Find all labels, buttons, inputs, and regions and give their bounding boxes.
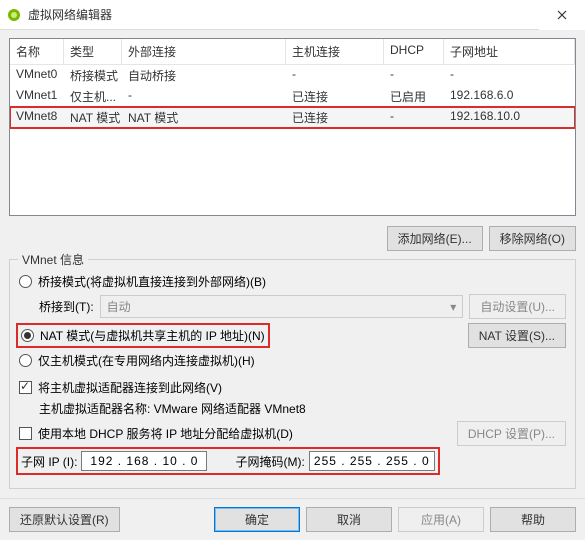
radio-icon: [21, 329, 34, 342]
bridged-to-select[interactable]: 自动 ▾: [100, 295, 464, 318]
table-row[interactable]: VMnet1 仅主机... - 已连接 已启用 192.168.6.0: [10, 86, 575, 107]
col-dhcp[interactable]: DHCP: [384, 39, 444, 64]
help-button[interactable]: 帮助: [490, 507, 576, 532]
connect-adapter-label: 将主机虚拟适配器连接到此网络(V): [38, 379, 222, 396]
add-network-button[interactable]: 添加网络(E)...: [387, 226, 483, 251]
nat-label: NAT 模式(与虚拟机共享主机的 IP 地址)(N): [40, 327, 265, 344]
close-icon: [557, 10, 567, 20]
subnet-mask-label: 子网掩码(M):: [235, 453, 304, 470]
radio-icon: [19, 354, 32, 367]
window-title: 虚拟网络编辑器: [28, 6, 539, 23]
chevron-down-icon: ▾: [450, 300, 456, 314]
cancel-button[interactable]: 取消: [306, 507, 392, 532]
hostonly-radio-row[interactable]: 仅主机模式(在专用网络内连接虚拟机)(H): [19, 352, 566, 369]
bottom-bar: 还原默认设置(R) 确定 取消 应用(A) 帮助: [0, 498, 585, 540]
group-title: VMnet 信息: [18, 251, 88, 268]
vmnet-info-group: VMnet 信息 桥接模式(将虚拟机直接连接到外部网络)(B) 桥接到(T): …: [9, 259, 576, 489]
subnet-ip-label: 子网 IP (I):: [21, 453, 77, 470]
col-ext-connection[interactable]: 外部连接: [122, 39, 286, 64]
use-dhcp-label: 使用本地 DHCP 服务将 IP 地址分配给虚拟机(D): [38, 425, 293, 442]
connect-adapter-row[interactable]: 将主机虚拟适配器连接到此网络(V): [19, 379, 566, 396]
table-row-selected[interactable]: VMnet8 NAT 模式 NAT 模式 已连接 - 192.168.10.0: [10, 107, 575, 128]
col-host-connection[interactable]: 主机连接: [286, 39, 384, 64]
app-icon: [6, 7, 22, 23]
network-table: 名称 类型 外部连接 主机连接 DHCP 子网地址 VMnet0 桥接模式 自动…: [9, 38, 576, 216]
table-row[interactable]: VMnet0 桥接模式 自动桥接 - - -: [10, 65, 575, 86]
radio-icon: [19, 275, 32, 288]
dhcp-settings-button[interactable]: DHCP 设置(P)...: [457, 421, 566, 446]
bridged-to-label: 桥接到(T):: [39, 298, 94, 315]
ok-button[interactable]: 确定: [214, 507, 300, 532]
col-name[interactable]: 名称: [10, 39, 64, 64]
use-dhcp-row[interactable]: 使用本地 DHCP 服务将 IP 地址分配给虚拟机(D): [19, 425, 293, 442]
subnet-mask-input[interactable]: 255 . 255 . 255 . 0: [309, 451, 435, 471]
nat-radio-row[interactable]: NAT 模式(与虚拟机共享主机的 IP 地址)(N): [19, 326, 267, 345]
subnet-ip-input[interactable]: 192 . 168 . 10 . 0: [81, 451, 207, 471]
checkbox-icon: [19, 381, 32, 394]
close-button[interactable]: [539, 0, 585, 30]
bridged-radio-row[interactable]: 桥接模式(将虚拟机直接连接到外部网络)(B): [19, 273, 566, 290]
hostonly-label: 仅主机模式(在专用网络内连接虚拟机)(H): [38, 352, 255, 369]
remove-network-button[interactable]: 移除网络(O): [489, 226, 576, 251]
auto-settings-button[interactable]: 自动设置(U)...: [469, 294, 566, 319]
adapter-name-label: 主机虚拟适配器名称: VMware 网络适配器 VMnet8: [39, 400, 306, 417]
col-subnet[interactable]: 子网地址: [444, 39, 575, 64]
table-header: 名称 类型 外部连接 主机连接 DHCP 子网地址: [10, 39, 575, 65]
subnet-fields-highlight: 子网 IP (I): 192 . 168 . 10 . 0 子网掩码(M): 2…: [19, 450, 437, 472]
nat-settings-button[interactable]: NAT 设置(S)...: [468, 323, 566, 348]
col-type[interactable]: 类型: [64, 39, 122, 64]
titlebar: 虚拟网络编辑器: [0, 0, 585, 30]
checkbox-icon: [19, 427, 32, 440]
bridged-label: 桥接模式(将虚拟机直接连接到外部网络)(B): [38, 273, 266, 290]
restore-defaults-button[interactable]: 还原默认设置(R): [9, 507, 120, 532]
apply-button[interactable]: 应用(A): [398, 507, 484, 532]
